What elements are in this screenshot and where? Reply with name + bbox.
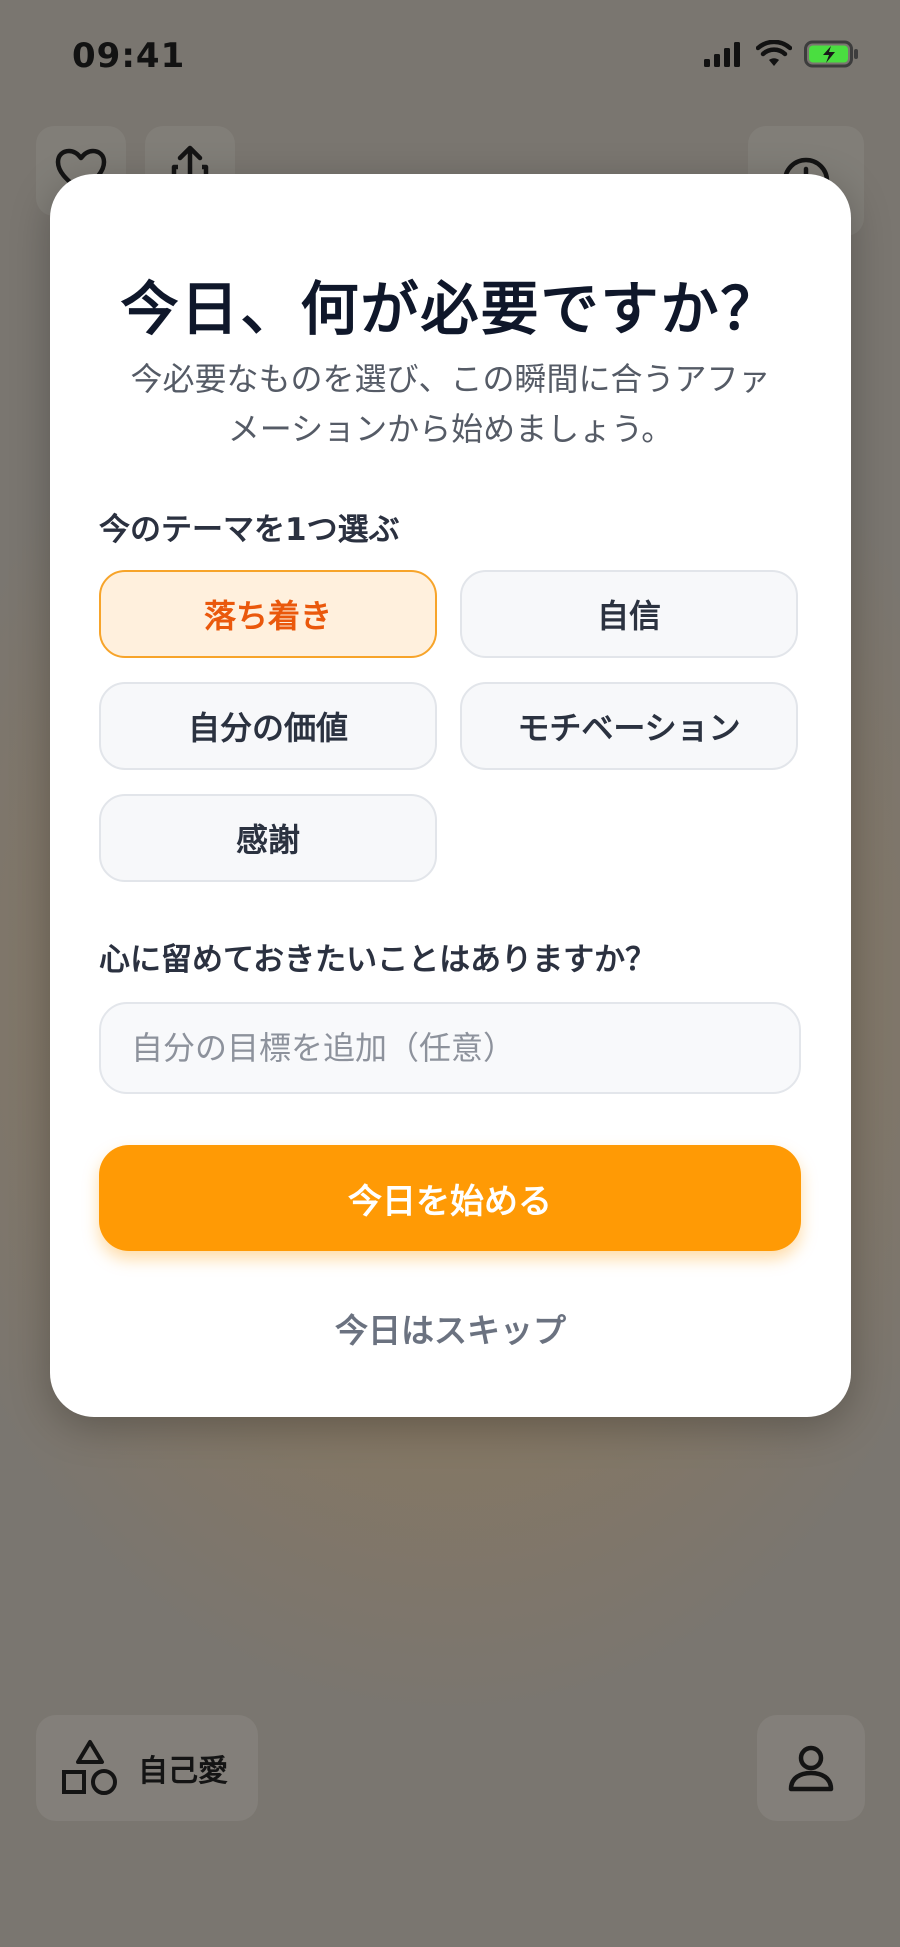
category-button[interactable]: 自己愛 [36,1715,258,1821]
theme-section-label: 今のテーマを1つ選ぶ [99,512,400,548]
goal-input[interactable] [99,1002,801,1094]
modal-title: 今日、何が必要ですか？ [120,275,781,343]
shapes-icon [62,1740,117,1795]
status-icons [704,40,860,68]
wifi-icon [756,40,792,66]
theme-chip-calm[interactable]: 落ち着き [99,570,437,658]
modal-subtitle: 今必要なものを選び、この瞬間に合うアファ メーションから始めましょう。 [100,354,801,454]
daily-intent-modal: 今日、何が必要ですか？ 今必要なものを選び、この瞬間に合うアファ メーションから… [50,174,851,1417]
skip-today-link[interactable]: 今日はスキップ [50,1304,851,1352]
theme-chip-gratitude[interactable]: 感謝 [99,794,437,882]
subtitle-line-1: 今必要なものを選び、この瞬間に合うアファ [130,360,771,398]
theme-chip-self-worth[interactable]: 自分の価値 [99,682,437,770]
subtitle-line-2: メーションから始めましょう。 [227,410,674,448]
status-bar: 09:41 [0,0,900,115]
person-icon [788,1745,834,1792]
theme-chip-confidence[interactable]: 自信 [460,570,798,658]
profile-button[interactable] [757,1715,865,1821]
note-section-label: 心に留めておきたいことはありますか？ [99,942,657,978]
signal-icon [704,42,740,67]
theme-chip-motivation[interactable]: モチベーション [460,682,798,770]
status-time: 09:41 [72,36,186,76]
battery-charging-icon [804,40,858,68]
category-label: 自己愛 [138,1754,228,1789]
start-today-button[interactable]: 今日を始める [99,1145,801,1251]
